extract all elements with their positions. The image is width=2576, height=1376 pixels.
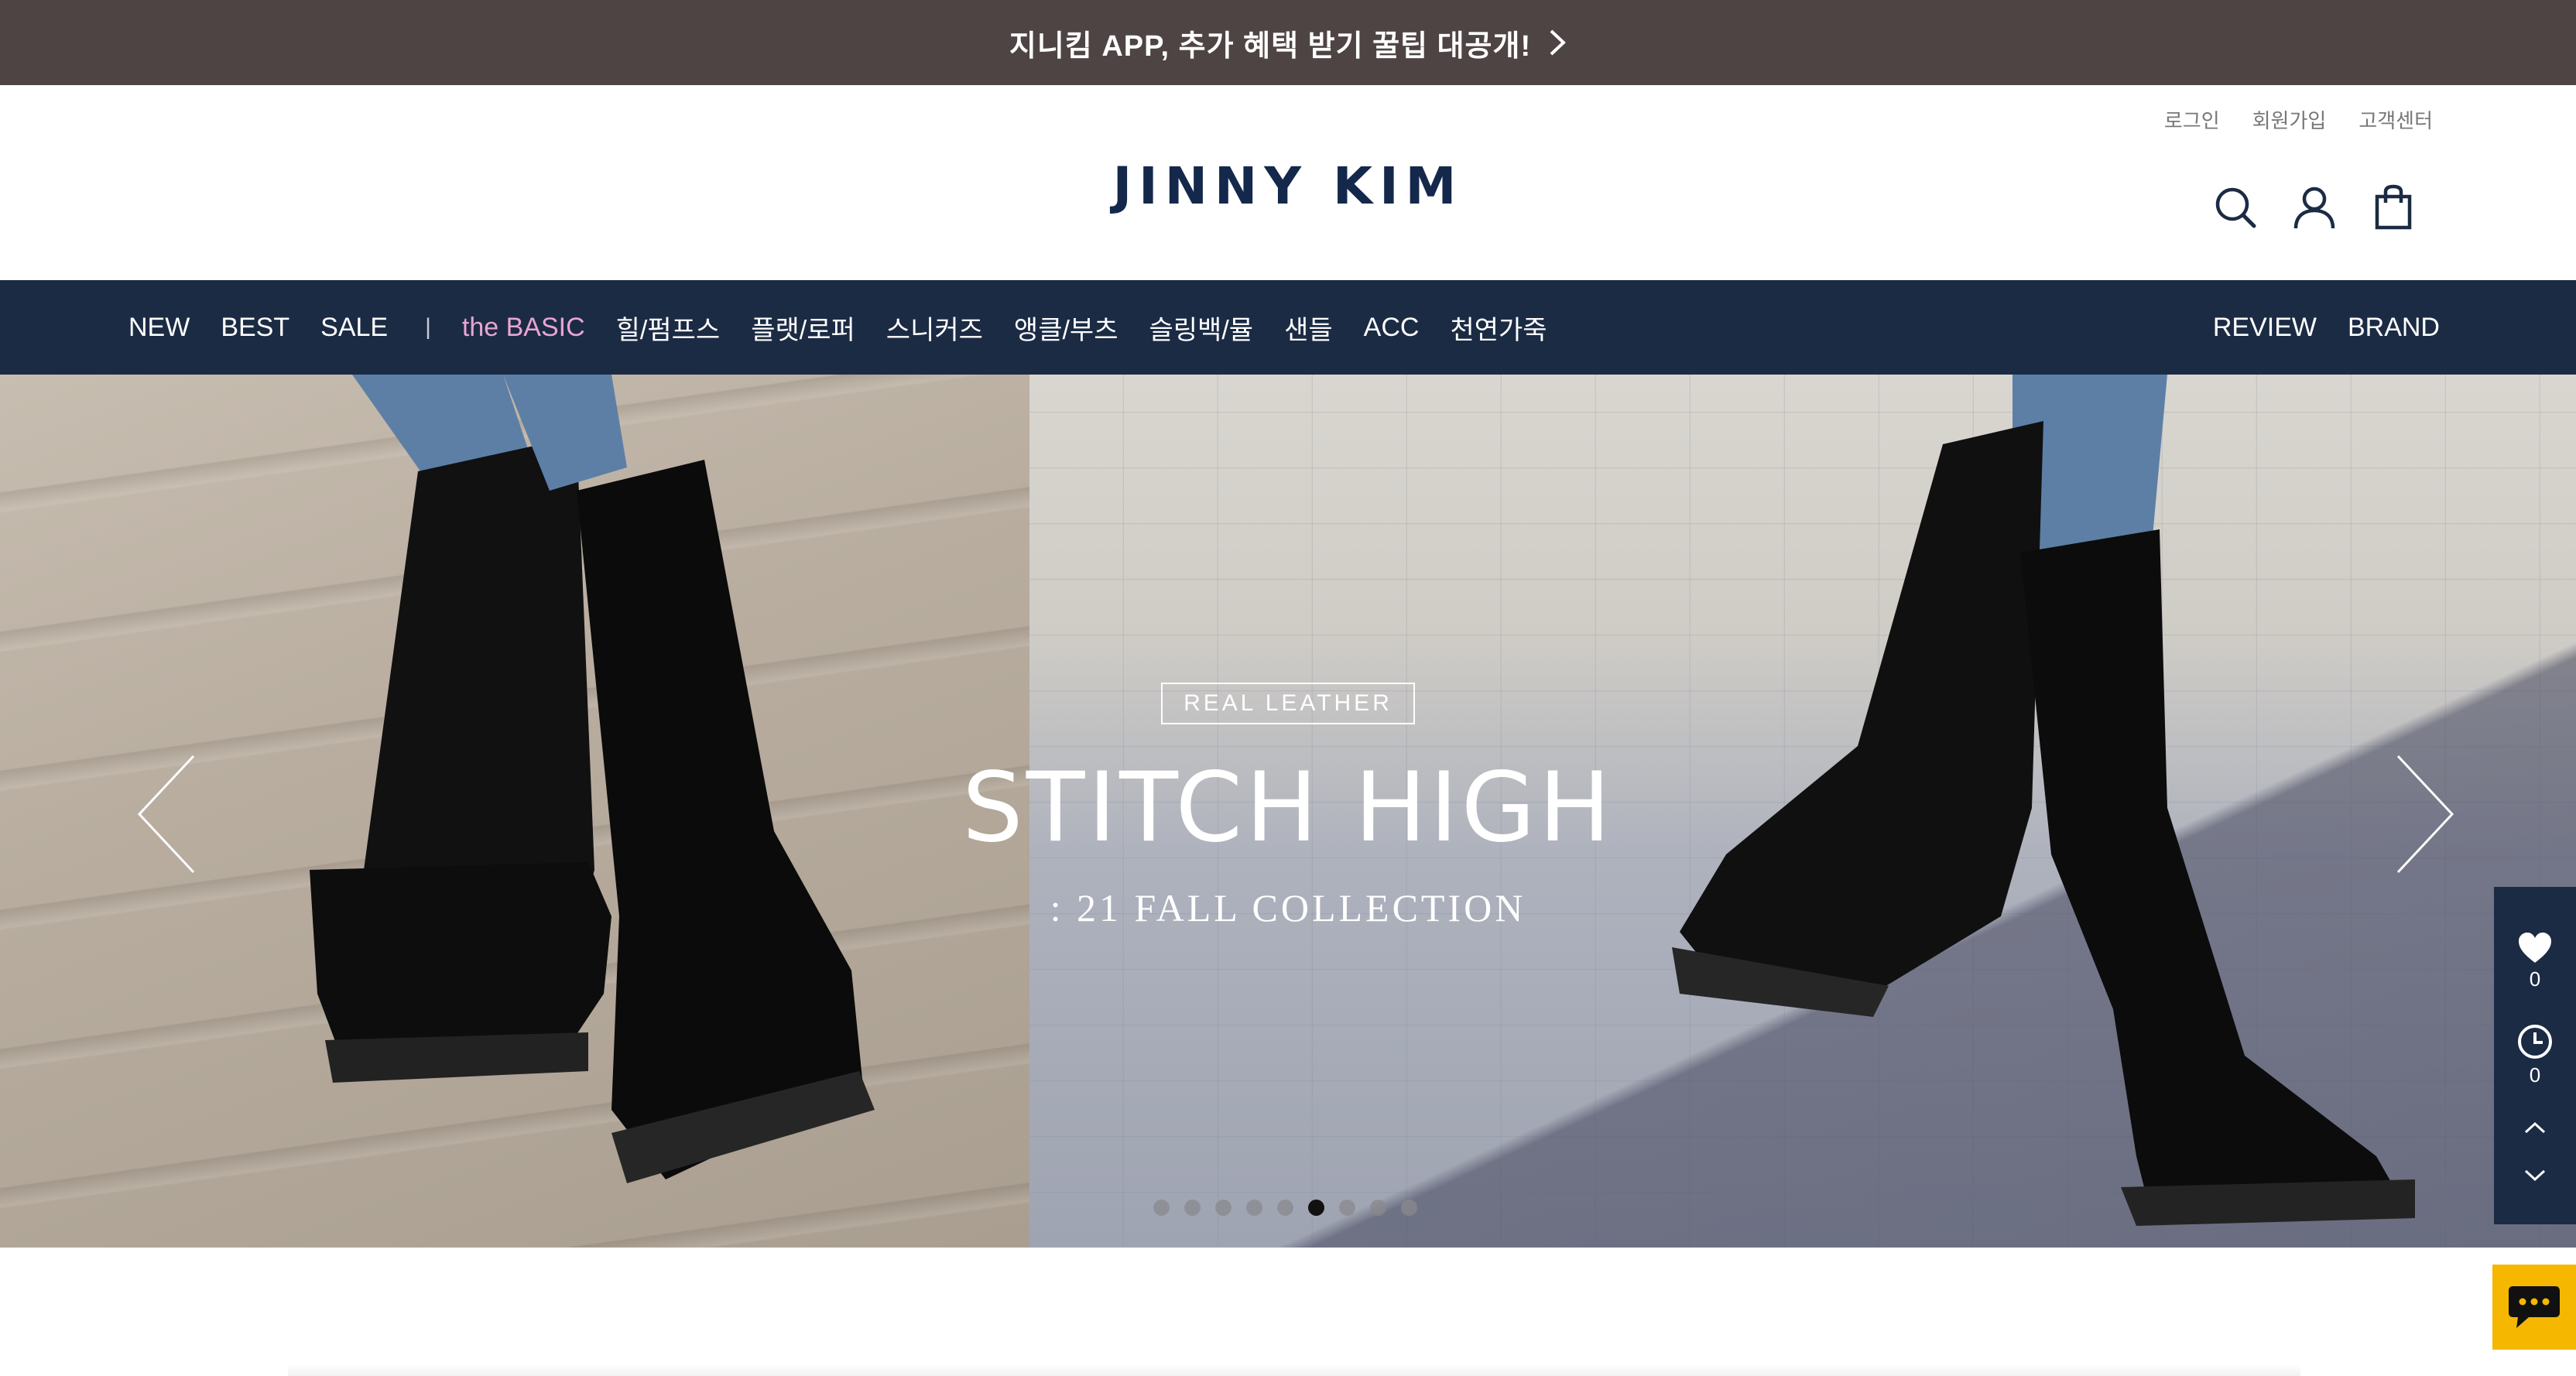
header-icons — [2212, 184, 2417, 231]
nav-item-review[interactable]: REVIEW — [2213, 313, 2317, 343]
signup-link[interactable]: 회원가입 — [2252, 105, 2327, 134]
slider-dot[interactable] — [1370, 1200, 1386, 1216]
nav-right: REVIEW BRAND — [2213, 280, 2440, 375]
slider-dot[interactable] — [1401, 1200, 1417, 1216]
hero-tag: REAL LEATHER — [1161, 683, 1415, 724]
content-area — [0, 1248, 2576, 1376]
recent-count: 0 — [2529, 1063, 2541, 1087]
nav-item-slingback-mules[interactable]: 슬링백/뮬 — [1149, 309, 1254, 347]
nav-item-flats-loafers[interactable]: 플랫/로퍼 — [751, 309, 855, 347]
slider-dot[interactable] — [1339, 1200, 1355, 1216]
login-link[interactable]: 로그인 — [2164, 105, 2220, 134]
slider-dot[interactable] — [1215, 1200, 1231, 1216]
nav-item-heels-pumps[interactable]: 힐/펌프스 — [616, 309, 721, 347]
search-icon[interactable] — [2212, 184, 2259, 231]
chevron-left-icon[interactable] — [132, 752, 201, 876]
nav-separator: | — [425, 314, 431, 340]
hero-title: STITCH HIGH — [962, 752, 1614, 864]
hero-slider[interactable]: REAL LEATHER STITCH HIGH : 21 FALL COLLE… — [0, 375, 2576, 1248]
nav-categories: NEW BEST SALE | the BASIC 힐/펌프스 플랫/로퍼 스니… — [128, 280, 1578, 375]
hero-subtitle: : 21 FALL COLLECTION — [1050, 886, 1526, 929]
nav-item-best[interactable]: BEST — [221, 313, 289, 343]
nav-item-sneakers[interactable]: 스니커즈 — [886, 309, 983, 347]
nav-item-natural-leather[interactable]: 천연가죽 — [1450, 309, 1547, 347]
slider-dot[interactable] — [1153, 1200, 1170, 1216]
chat-button[interactable] — [2492, 1265, 2576, 1350]
recent-view-button[interactable]: 0 — [2494, 1023, 2576, 1087]
nav-item-new[interactable]: NEW — [128, 313, 190, 343]
chevron-right-icon[interactable] — [1548, 28, 1567, 57]
scroll-bottom-button[interactable] — [2494, 1169, 2576, 1183]
brand-logo[interactable]: JINNY KIM — [0, 156, 2576, 216]
heart-icon — [2519, 933, 2551, 963]
wishlist-count: 0 — [2529, 967, 2541, 991]
slider-dot[interactable] — [1277, 1200, 1293, 1216]
slider-dot[interactable] — [1184, 1200, 1201, 1216]
main-nav: NEW BEST SALE | the BASIC 힐/펌프스 플랫/로퍼 스니… — [0, 280, 2576, 375]
promo-text[interactable]: 지니킴 APP, 추가 혜택 받기 꿀팁 대공개! — [1009, 22, 1531, 64]
clock-icon — [2518, 1025, 2552, 1059]
user-icon[interactable] — [2291, 184, 2338, 231]
utility-links: 로그인 회원가입 고객센터 — [2164, 105, 2433, 134]
quick-panel: 0 0 — [2494, 887, 2576, 1224]
nav-item-sandals[interactable]: 샌들 — [1284, 309, 1333, 347]
nav-item-acc[interactable]: ACC — [1364, 313, 1420, 343]
customer-center-link[interactable]: 고객센터 — [2358, 105, 2433, 134]
chevron-right-icon[interactable] — [2390, 752, 2460, 876]
nav-item-ankle-boots[interactable]: 앵클/부츠 — [1014, 309, 1118, 347]
chevron-down-icon — [2524, 1169, 2546, 1182]
section-divider — [288, 1364, 2300, 1376]
promo-banner[interactable]: 지니킴 APP, 추가 혜택 받기 꿀팁 대공개! — [0, 0, 2576, 85]
slider-dot[interactable] — [1246, 1200, 1262, 1216]
chat-bubble-icon — [2509, 1286, 2560, 1328]
shopping-bag-icon[interactable] — [2370, 184, 2417, 231]
wishlist-button[interactable]: 0 — [2494, 932, 2576, 991]
site-header: 로그인 회원가입 고객센터 JINNY KIM — [0, 85, 2576, 280]
scroll-top-button[interactable] — [2494, 1121, 2576, 1135]
slider-pagination — [1153, 1200, 1417, 1216]
chevron-up-icon — [2524, 1121, 2546, 1134]
nav-item-sale[interactable]: SALE — [320, 313, 388, 343]
slider-dot-active[interactable] — [1308, 1200, 1324, 1216]
nav-item-the-basic[interactable]: the BASIC — [462, 313, 585, 343]
nav-item-brand[interactable]: BRAND — [2348, 313, 2440, 343]
